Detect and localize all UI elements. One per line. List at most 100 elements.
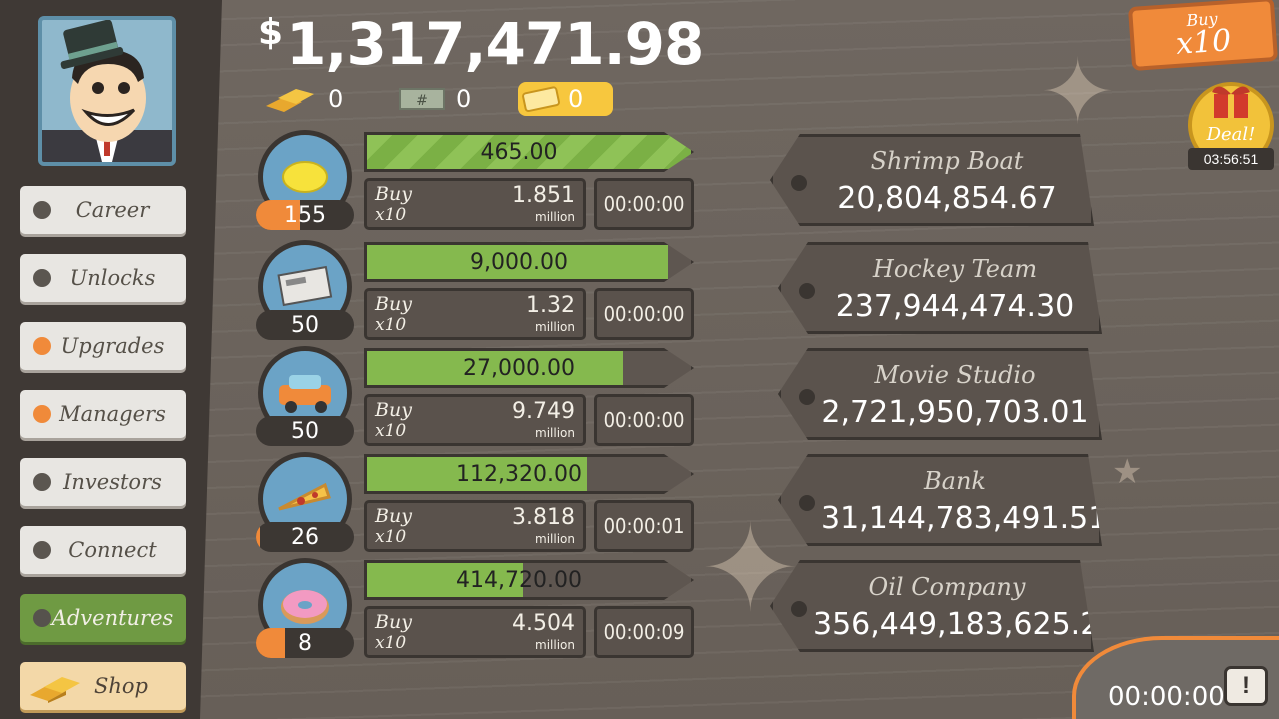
- buy-price: 4.504: [512, 611, 575, 636]
- megabucks-count: 0: [456, 85, 472, 113]
- tag-hole: [791, 175, 807, 191]
- locked-business-price: 2,721,950,703.01: [821, 395, 1089, 430]
- notification-dot: [33, 473, 51, 491]
- buy-price-unit: million: [535, 532, 575, 546]
- gold-count: 0: [328, 85, 344, 113]
- buy-multiplier: x10: [375, 633, 407, 653]
- gift-box-icon: [1212, 86, 1250, 118]
- owned-count-value: 50: [291, 312, 319, 338]
- unlocks-button[interactable]: Unlocks: [20, 254, 186, 302]
- locked-business-name: Oil Company: [868, 573, 1026, 601]
- buy-price-unit: million: [535, 426, 575, 440]
- business-timer: 00:00:00: [594, 178, 694, 230]
- tag-hole: [799, 495, 815, 511]
- connect-button[interactable]: Connect: [20, 526, 186, 574]
- buy-business-button[interactable]: Buy x10 3.818 million: [364, 500, 586, 552]
- business-row: 155 465.00 Buy x10 1.851 million 00:00:0…: [256, 130, 696, 234]
- avatar[interactable]: [38, 16, 176, 166]
- revenue-value: 112,320.00: [456, 461, 582, 487]
- locked-business-tag[interactable]: Movie Studio 2,721,950,703.01: [778, 348, 1102, 440]
- revenue-progress-bar[interactable]: 414,720.00: [364, 560, 694, 600]
- money-value: 1,317,471.98: [286, 10, 704, 78]
- business-owned-count: 26: [256, 522, 354, 552]
- revenue-progress-bar[interactable]: 9,000.00: [364, 242, 694, 282]
- notification-dot: [33, 609, 51, 627]
- owned-count-value: 26: [291, 524, 319, 550]
- business-timer: 00:00:01: [594, 500, 694, 552]
- buy-business-button[interactable]: Buy x10 9.749 million: [364, 394, 586, 446]
- career-label: Career: [75, 198, 150, 222]
- locked-business-price: 20,804,854.67: [837, 181, 1057, 216]
- buy-label: Buy: [375, 293, 412, 315]
- investors-label: Investors: [63, 470, 162, 494]
- buy-label: Buy: [375, 183, 412, 205]
- notification-dot: [33, 269, 51, 287]
- tag-hole: [799, 283, 815, 299]
- locked-business-tag[interactable]: Hockey Team 237,944,474.30: [778, 242, 1102, 334]
- business-row: 26 112,320.00 Buy x10 3.818 million 00:0…: [256, 452, 696, 556]
- buy-multiplier: x10: [375, 315, 407, 335]
- owned-progress-fill: [256, 628, 286, 658]
- buy-business-button[interactable]: Buy x10 1.851 million: [364, 178, 586, 230]
- buy-price: 1.32: [526, 293, 575, 318]
- tv-alert-icon[interactable]: !: [1224, 666, 1268, 706]
- revenue-value: 465.00: [480, 139, 558, 165]
- buy-price: 3.818: [512, 505, 575, 530]
- revenue-progress-bar[interactable]: 465.00: [364, 132, 694, 172]
- revenue-progress-bar[interactable]: 27,000.00: [364, 348, 694, 388]
- buy-multiplier-button[interactable]: Buy x10: [1127, 0, 1279, 72]
- owned-count-value: 155: [284, 202, 326, 228]
- buy-business-button[interactable]: Buy x10 4.504 million: [364, 606, 586, 658]
- buy-label: Buy: [375, 505, 412, 527]
- deal-timer: 03:56:51: [1188, 148, 1274, 170]
- buy-price: 1.851: [512, 183, 575, 208]
- star-decoration: ✦: [1040, 43, 1116, 143]
- buy-price-unit: million: [535, 320, 575, 334]
- investors-button[interactable]: Investors: [20, 458, 186, 506]
- locked-business-tag[interactable]: Bank 31,144,783,491.51: [778, 454, 1102, 546]
- shop-label: Shop: [94, 674, 148, 698]
- owned-progress-fill: [256, 522, 260, 552]
- upgrades-button[interactable]: Upgrades: [20, 322, 186, 370]
- megabucks-icon: #: [399, 88, 445, 110]
- capitalist-portrait-icon: [42, 20, 172, 162]
- svg-text:#: #: [416, 93, 428, 109]
- business-timer: 00:00:00: [594, 394, 694, 446]
- business-row: 50 27,000.00 Buy x10 9.749 million 00:00…: [256, 346, 696, 450]
- adventures-button[interactable]: Adventures: [20, 594, 186, 642]
- gold-bars-icon: [30, 677, 80, 703]
- locked-business-name: Bank: [924, 467, 986, 495]
- notification-dot: [33, 201, 51, 219]
- connect-label: Connect: [68, 538, 157, 562]
- revenue-progress-bar[interactable]: 112,320.00: [364, 454, 694, 494]
- money-display: $1,317,471.98: [258, 10, 704, 78]
- career-button[interactable]: Career: [20, 186, 186, 234]
- locked-business-price: 31,144,783,491.51: [821, 501, 1108, 536]
- business-timer: 00:00:09: [594, 606, 694, 658]
- gold-counter[interactable]: 0: [262, 82, 343, 116]
- business-owned-count: 50: [256, 416, 354, 446]
- business-owned-count: 8: [256, 628, 354, 658]
- locked-business-tag[interactable]: Oil Company 356,449,183,625.20: [770, 560, 1094, 652]
- notification-dot-active: [33, 337, 51, 355]
- locked-business-tag[interactable]: Shrimp Boat 20,804,854.67: [770, 134, 1094, 226]
- currency-sign: $: [258, 11, 283, 53]
- tag-hole: [799, 389, 815, 405]
- buy-price: 9.749: [512, 399, 575, 424]
- gold-bars-icon: [266, 89, 314, 112]
- buy-business-button[interactable]: Buy x10 1.32 million: [364, 288, 586, 340]
- ad-timer-text: 00:00:00: [1108, 682, 1225, 712]
- managers-label: Managers: [59, 402, 166, 426]
- locked-business-name: Hockey Team: [872, 255, 1038, 283]
- shop-button[interactable]: Shop: [20, 662, 186, 710]
- megabucks-counter[interactable]: # 0: [398, 82, 471, 116]
- business-owned-count: 155: [256, 200, 354, 230]
- buy-price-unit: million: [535, 638, 575, 652]
- revenue-value: 414,720.00: [456, 567, 582, 593]
- star-decoration: ★: [1112, 453, 1143, 491]
- upgrades-label: Upgrades: [60, 334, 165, 358]
- tickets-counter[interactable]: 0: [518, 82, 614, 116]
- buy-label: Buy: [375, 399, 412, 421]
- business-row: 50 9,000.00 Buy x10 1.32 million 00:00:0…: [256, 240, 696, 344]
- managers-button[interactable]: Managers: [20, 390, 186, 438]
